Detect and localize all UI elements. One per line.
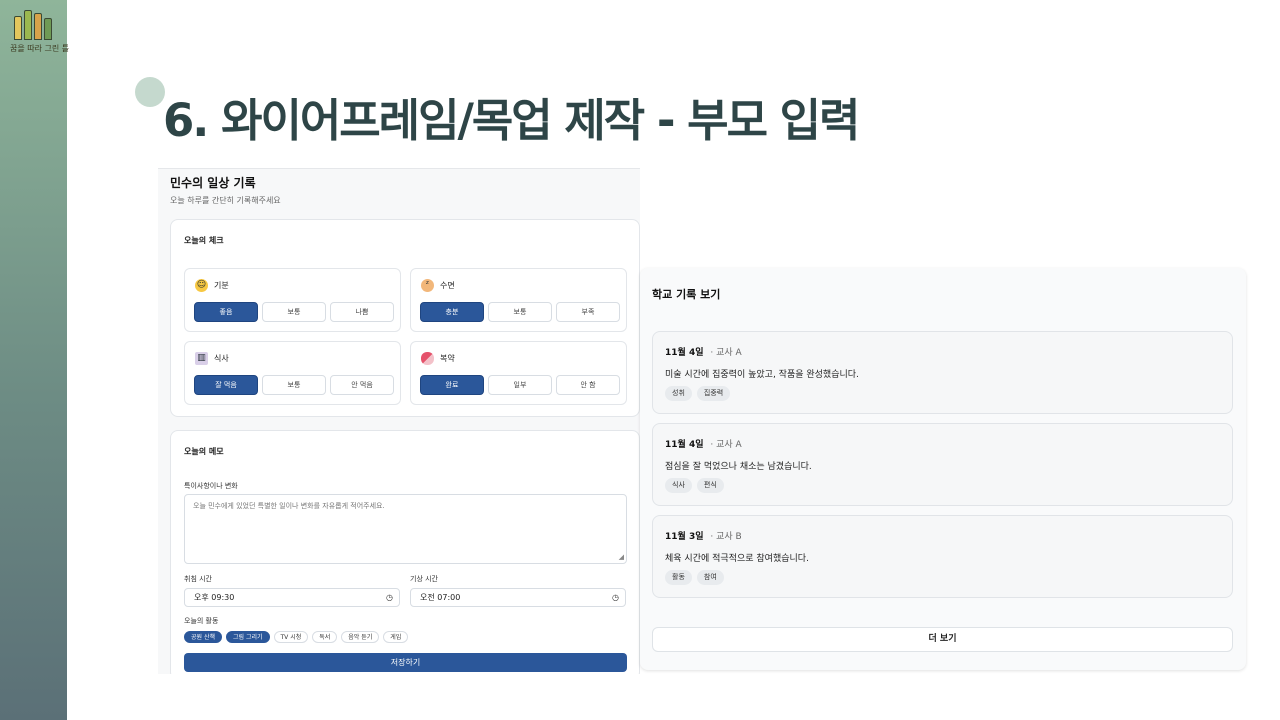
memo-section-title: 오늘의 메모 (184, 447, 224, 456)
record-card[interactable]: 11월 3일 · 교사 B 체육 시간에 적극적으로 참여했습니다. 활동 참여 (652, 515, 1233, 598)
check-medication: 복약 완료 일부 안 함 (410, 341, 627, 405)
meal-option-well[interactable]: 잘 먹음 (194, 375, 258, 395)
title-decoration-dot (135, 77, 165, 107)
check-sleep: ᶻ 수면 충분 보통 부족 (410, 268, 627, 332)
activity-chip[interactable]: 음악 듣기 (341, 631, 380, 643)
activities-label: 오늘의 활동 (184, 617, 219, 625)
check-meal: ▥ 식사 잘 먹음 보통 안 먹음 (184, 341, 401, 405)
mood-option-bad[interactable]: 나쁨 (330, 302, 394, 322)
check-mood: ☺ 기분 좋음 보통 나쁨 (184, 268, 401, 332)
meal-option-normal[interactable]: 보통 (262, 375, 326, 395)
record-teacher: · 교사 A (710, 440, 742, 450)
record-card[interactable]: 11월 4일 · 교사 A 미술 시간에 집중력이 높았고, 작품을 완성했습니… (652, 331, 1233, 414)
record-tag: 집중력 (696, 386, 731, 401)
pill-icon (421, 352, 434, 365)
record-date: 11월 3일 (665, 532, 704, 542)
notes-label: 특이사항이나 변화 (184, 482, 238, 490)
med-option-partial[interactable]: 일부 (488, 375, 552, 395)
check-label: 기분 (214, 281, 229, 290)
waketime-label: 기상 시간 (410, 575, 438, 583)
record-tag: 편식 (696, 478, 724, 493)
records-title: 학교 기록 보기 (652, 288, 721, 301)
form-subtitle: 오늘 하루를 간단히 기록해주세요 (170, 196, 281, 205)
sleepy-face-icon: ᶻ (421, 279, 434, 292)
activity-chip[interactable]: 독서 (312, 631, 338, 643)
sleep-option-enough[interactable]: 충분 (420, 302, 484, 322)
sleep-option-normal[interactable]: 보통 (488, 302, 552, 322)
record-text: 점심을 잘 먹었으나 채소는 남겼습니다. (665, 462, 812, 472)
resize-handle-icon[interactable]: ◢ (619, 553, 624, 561)
more-button[interactable]: 더 보기 (652, 627, 1233, 652)
record-text: 체육 시간에 적극적으로 참여했습니다. (665, 554, 809, 564)
logo: 꿈을 따라 그린 틀 (10, 10, 70, 56)
mood-option-normal[interactable]: 보통 (262, 302, 326, 322)
notes-textarea[interactable]: 오늘 민수에게 있었던 특별한 일이나 변화를 자유롭게 적어주세요. ◢ (184, 494, 627, 564)
clock-icon[interactable]: ◷ (386, 589, 393, 606)
record-text: 미술 시간에 집중력이 높았고, 작품을 완성했습니다. (665, 370, 859, 380)
slide-title: 6. 와이어프레임/목업 제작 - 부모 입력 (163, 94, 860, 147)
bedtime-label: 취침 시간 (184, 575, 212, 583)
record-tag: 참여 (696, 570, 724, 585)
sleep-option-lacking[interactable]: 부족 (556, 302, 620, 322)
parent-input-mockup: 민수의 일상 기록 오늘 하루를 간단히 기록해주세요 오늘의 체크 ☺ 기분 … (158, 168, 640, 674)
activity-chip[interactable]: 그림 그리기 (226, 631, 270, 643)
activity-chip[interactable]: 게임 (383, 631, 409, 643)
record-date: 11월 4일 (665, 440, 704, 450)
med-option-none[interactable]: 안 함 (556, 375, 620, 395)
check-label: 식사 (214, 354, 229, 363)
record-date: 11월 4일 (665, 348, 704, 358)
meal-bowl-icon: ▥ (195, 352, 208, 365)
record-tag: 식사 (665, 478, 692, 493)
notes-placeholder: 오늘 민수에게 있었던 특별한 일이나 변화를 자유롭게 적어주세요. (193, 502, 385, 510)
activity-chips: 공원 산책 그림 그리기 TV 시청 독서 음악 듣기 게임 (184, 631, 409, 643)
record-tag: 성취 (665, 386, 692, 401)
smile-emoji-icon: ☺ (195, 279, 208, 292)
record-tag: 활동 (665, 570, 692, 585)
school-records-mockup: 학교 기록 보기 11월 4일 · 교사 A 미술 시간에 집중력이 높았고, … (640, 268, 1246, 670)
books-logo-icon (10, 10, 56, 40)
waketime-value: 오전 07:00 (420, 593, 461, 602)
med-option-done[interactable]: 완료 (420, 375, 484, 395)
check-section-title: 오늘의 체크 (184, 236, 224, 245)
record-teacher: · 교사 B (710, 532, 742, 542)
activity-chip[interactable]: TV 시청 (273, 631, 309, 643)
slide-sidebar-band: 꿈을 따라 그린 틀 (0, 0, 70, 720)
form-title: 민수의 일상 기록 (170, 176, 256, 190)
save-button[interactable]: 저장하기 (184, 653, 627, 672)
logo-text: 꿈을 따라 그린 틀 (10, 44, 70, 53)
record-card[interactable]: 11월 4일 · 교사 A 점심을 잘 먹었으나 채소는 남겼습니다. 식사 편… (652, 423, 1233, 506)
check-label: 수면 (440, 281, 455, 290)
record-teacher: · 교사 A (710, 348, 742, 358)
bedtime-value: 오후 09:30 (194, 593, 235, 602)
activity-chip[interactable]: 공원 산책 (184, 631, 222, 643)
clock-icon[interactable]: ◷ (612, 589, 619, 606)
meal-option-none[interactable]: 안 먹음 (330, 375, 394, 395)
mood-option-good[interactable]: 좋음 (194, 302, 258, 322)
waketime-input[interactable]: 오전 07:00 ◷ (410, 588, 626, 607)
bedtime-input[interactable]: 오후 09:30 ◷ (184, 588, 400, 607)
check-label: 복약 (440, 354, 455, 363)
